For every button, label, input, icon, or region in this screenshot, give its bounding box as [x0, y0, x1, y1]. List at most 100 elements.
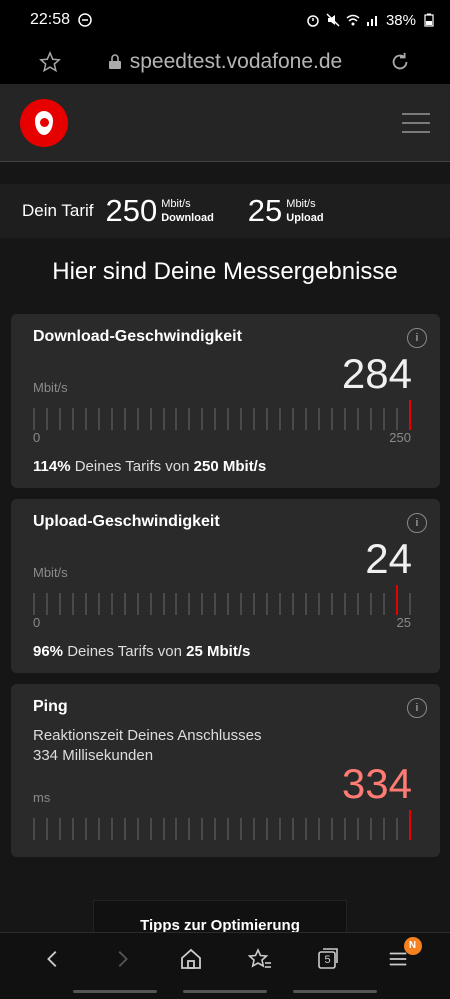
chevron-left-icon	[46, 950, 56, 967]
upload-gauge-tick	[175, 593, 178, 615]
download-gauge-tick	[110, 408, 113, 430]
download-gauge-tick	[317, 408, 320, 430]
ping-gauge-tick	[279, 818, 282, 840]
menu-nav-button[interactable]: N	[378, 936, 422, 979]
upload-gauge-tick	[305, 593, 308, 615]
tariff-upload-unit: Mbit/s	[286, 198, 316, 210]
ping-gauge	[33, 810, 411, 840]
ping-info-icon[interactable]: i	[407, 698, 427, 718]
hamburger-icon	[402, 112, 430, 115]
download-gauge-tick	[253, 408, 256, 430]
ping-gauge-tick	[227, 818, 230, 840]
upload-percent: 96%	[33, 643, 64, 660]
upload-title: Upload-Geschwindigkeit	[33, 513, 220, 530]
tabs-count: 5	[324, 953, 331, 966]
upload-gauge-tick	[33, 593, 35, 615]
upload-gauge-tick	[253, 593, 256, 615]
ping-gauge-tick	[136, 818, 139, 840]
notification-badge: N	[403, 936, 422, 955]
upload-gauge-tick	[343, 593, 346, 615]
wifi-icon	[346, 14, 360, 26]
forward-button[interactable]	[102, 939, 142, 979]
download-percent: 114%	[33, 458, 71, 475]
download-gauge-tick	[369, 408, 372, 430]
upload-scale: 0 25	[33, 615, 411, 630]
download-gauge-tick	[84, 408, 87, 430]
ping-gauge-tick	[369, 818, 372, 840]
upload-gauge-tick	[356, 593, 359, 615]
download-title: Download-Geschwindigkeit	[33, 328, 242, 345]
gesture-bar	[0, 984, 450, 999]
tariff-label: Dein Tarif	[22, 201, 94, 220]
menu-button[interactable]	[402, 112, 430, 133]
results-headline: Hier sind Deine Messergebnisse	[52, 258, 398, 285]
download-gauge-tick	[305, 408, 308, 430]
reload-button[interactable]	[378, 51, 422, 73]
ping-gauge-tick	[330, 818, 333, 840]
vodafone-logo[interactable]	[20, 98, 68, 147]
signal-icon	[366, 16, 377, 26]
download-scale-min: 0	[33, 430, 41, 445]
home-icon	[180, 948, 201, 969]
tabs-button[interactable]: 5	[309, 939, 349, 979]
back-button[interactable]	[33, 939, 73, 979]
ping-gauge-tick	[343, 818, 346, 840]
gesture-handle-left	[73, 990, 157, 993]
upload-info-icon[interactable]: i	[407, 513, 427, 533]
download-gauge-tick	[162, 408, 165, 430]
ping-gauge-tick	[214, 818, 217, 840]
ping-gauge-tick	[149, 818, 152, 840]
upload-gauge-tick	[292, 593, 295, 615]
upload-gauge-tick	[330, 593, 333, 615]
upload-gauge-tick	[227, 593, 230, 615]
upload-gauge-tick	[162, 593, 165, 615]
status-bar: 22:58 38%	[0, 0, 450, 40]
download-card: Download-Geschwindigkeit i 284 Mbit/s 0 …	[11, 314, 440, 488]
tariff-strip: Dein Tarif 250 Mbit/s Download 25 Mbit/s…	[0, 184, 450, 238]
upload-gauge-tick	[266, 593, 269, 615]
download-gauge-tick	[279, 408, 282, 430]
upload-scale-min: 0	[33, 615, 41, 630]
ping-gauge-tick	[97, 818, 100, 840]
download-gauge	[33, 400, 411, 430]
bookmarks-button[interactable]	[240, 939, 280, 979]
upload-gauge-tick	[188, 593, 191, 615]
ping-gauge-tick	[253, 818, 256, 840]
download-gauge-tick	[382, 408, 385, 430]
ping-unit: ms	[33, 790, 51, 805]
download-gauge-tick	[33, 408, 35, 430]
upload-gauge-tick	[149, 593, 152, 615]
do-not-disturb-icon	[78, 13, 92, 27]
ping-gauge-tick	[162, 818, 165, 840]
home-button[interactable]	[171, 939, 211, 979]
upload-gauge-tick	[240, 593, 243, 615]
ping-gauge-tick	[305, 818, 308, 840]
url-text: speedtest.vodafone.de	[129, 50, 343, 73]
ping-gauge-marker	[408, 810, 411, 840]
ping-gauge-tick	[123, 818, 126, 840]
bookmark-button[interactable]	[28, 51, 72, 73]
upload-scale-max: 25	[396, 615, 411, 630]
star-icon	[39, 51, 61, 73]
upload-summary: 96% Deines Tarifs von 25 Mbit/s	[33, 643, 250, 660]
upload-gauge-tick	[136, 593, 139, 615]
download-gauge-tick	[227, 408, 230, 430]
download-gauge-tick	[266, 408, 269, 430]
upload-summary-value: 25 Mbit/s	[186, 643, 251, 660]
download-gauge-tick	[330, 408, 333, 430]
tariff-upload-value: 25	[247, 193, 283, 228]
url-bar[interactable]: speedtest.vodafone.de	[72, 50, 378, 74]
download-info-icon[interactable]: i	[407, 328, 427, 348]
download-summary-value: 250 Mbit/s	[193, 458, 267, 475]
tariff-download-value: 250	[105, 193, 158, 228]
ping-gauge-tick	[382, 818, 385, 840]
ping-gauge-tick	[395, 818, 398, 840]
ping-gauge-tick	[266, 818, 269, 840]
download-summary: 114% Deines Tarifs von 250 Mbit/s	[33, 458, 266, 475]
download-gauge-tick	[343, 408, 346, 430]
download-gauge-tick	[136, 408, 139, 430]
download-gauge-tick	[201, 408, 204, 430]
upload-summary-text: Deines Tarifs von	[67, 643, 182, 660]
upload-gauge-tick	[408, 593, 411, 615]
download-gauge-tick	[214, 408, 217, 430]
